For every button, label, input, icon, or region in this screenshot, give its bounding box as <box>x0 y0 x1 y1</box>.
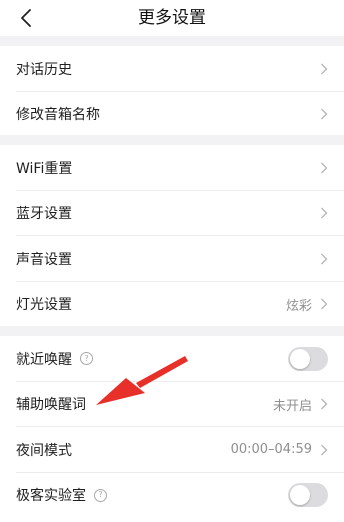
row-label: 灯光设置 <box>16 297 72 314</box>
row-label: 修改音箱名称 <box>16 107 100 124</box>
row-chat-history[interactable]: 对话历史 <box>0 46 344 92</box>
row-value: 未开启 <box>272 398 312 414</box>
chevron-right-icon <box>320 298 328 310</box>
row-sound-settings[interactable]: 声音设置 <box>0 236 344 282</box>
row-rename-speaker[interactable]: 修改音箱名称 <box>0 92 344 138</box>
page-title: 更多设置 <box>138 8 206 28</box>
row-label: 蓝牙设置 <box>16 206 72 223</box>
row-geek-lab: 极客实验室 ? <box>0 473 344 519</box>
row-wifi-reset[interactable]: WiFi重置 <box>0 145 344 191</box>
row-label: 辅助唤醒词 <box>16 397 86 414</box>
row-label: WiFi重置 <box>16 160 73 177</box>
row-light-settings[interactable]: 灯光设置 炫彩 <box>0 282 344 328</box>
row-value: 炫彩 <box>285 298 312 314</box>
settings-group-3: 就近唤醒 ? 辅助唤醒词 未开启 夜间模式 00:00–04:59 极客实验室 … <box>0 336 344 522</box>
toggle-knob <box>290 348 310 369</box>
chevron-right-icon <box>320 253 328 265</box>
row-label: 声音设置 <box>16 251 72 268</box>
help-icon[interactable]: ? <box>94 488 107 502</box>
help-icon[interactable]: ? <box>80 352 93 366</box>
row-label: 夜间模式 <box>16 442 72 459</box>
row-label: 对话历史 <box>16 61 72 78</box>
chevron-right-icon <box>320 444 328 456</box>
chevron-right-icon <box>320 207 328 219</box>
chevron-right-icon <box>320 162 328 174</box>
chevron-right-icon <box>320 108 328 120</box>
row-bluetooth-settings[interactable]: 蓝牙设置 <box>0 191 344 237</box>
nearby-wake-toggle[interactable] <box>288 346 328 371</box>
row-nearby-wake: 就近唤醒 ? <box>0 336 344 382</box>
chevron-right-icon <box>320 63 328 75</box>
settings-group-2: WiFi重置 蓝牙设置 声音设置 灯光设置 炫彩 <box>0 145 344 326</box>
chevron-right-icon <box>320 398 328 410</box>
settings-group-1: 对话历史 修改音箱名称 <box>0 46 344 135</box>
row-aux-wake-word[interactable]: 辅助唤醒词 未开启 <box>0 382 344 428</box>
row-night-mode[interactable]: 夜间模式 00:00–04:59 <box>0 427 344 473</box>
row-label: 就近唤醒 <box>16 351 72 368</box>
geek-lab-toggle[interactable] <box>288 483 328 508</box>
top-bar: 更多设置 <box>0 0 344 36</box>
toggle-knob <box>290 485 310 506</box>
row-label: 极客实验室 <box>16 488 86 505</box>
row-value: 00:00–04:59 <box>230 442 312 458</box>
